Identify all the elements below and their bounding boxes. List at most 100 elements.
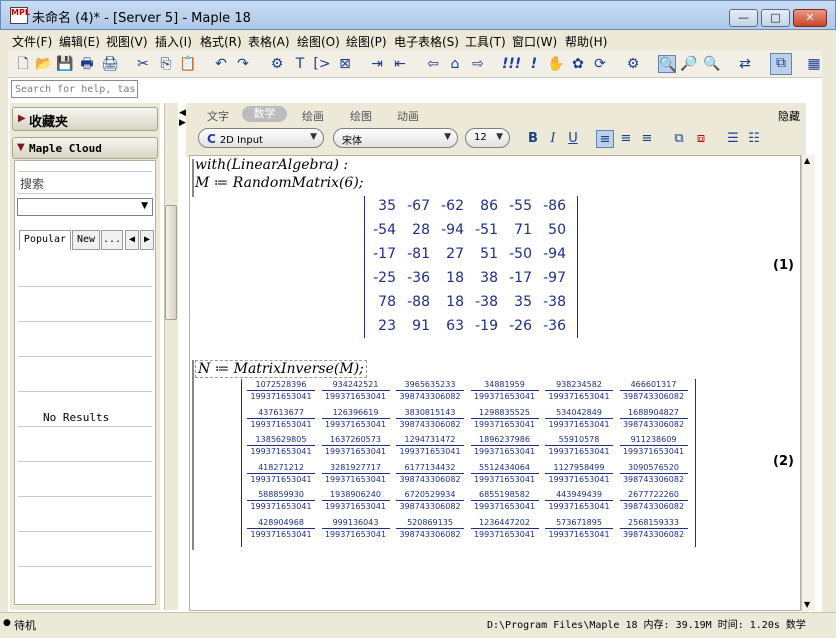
matrix-m-cell: -55 xyxy=(509,198,532,214)
maple-app-icon[interactable]: MPL xyxy=(10,7,30,24)
zoom-out-icon[interactable]: 🔍 xyxy=(703,55,721,73)
font-size-select[interactable]: 12 ▼ xyxy=(465,128,510,148)
expand-palette-arrow-icon[interactable]: ▶ xyxy=(179,118,186,128)
help-search-input[interactable]: Search for help, tas xyxy=(11,80,138,98)
execute-all-icon[interactable]: !!! xyxy=(502,55,521,73)
menu-edit[interactable]: 编辑(E) xyxy=(59,33,100,50)
matrix-n-fraction: 6720529934 398743306082 xyxy=(394,490,466,511)
mode-plot[interactable]: 绘图 xyxy=(350,108,372,124)
indent-icon[interactable]: ⇥ xyxy=(368,55,386,73)
tab-scroll-left-icon[interactable]: ◀ xyxy=(125,230,139,250)
execution-group-bracket[interactable] xyxy=(192,360,194,550)
align-right-icon[interactable]: ≡ xyxy=(638,130,656,148)
insert-math-icon[interactable]: ⚙ xyxy=(268,55,286,73)
tab-new[interactable]: New xyxy=(72,230,100,250)
menu-plot[interactable]: 绘图(P) xyxy=(346,33,387,50)
matrix-n-output[interactable]: 1072528396 199371653041 934242521 199371653… xyxy=(245,380,692,546)
zoom-in-icon[interactable]: 🔎 xyxy=(680,55,698,73)
redo-icon[interactable]: ↷ xyxy=(234,55,252,73)
code-line-with[interactable]: with(LinearAlgebra) : xyxy=(195,157,348,173)
zoom-100-icon[interactable]: 🔍 xyxy=(658,55,676,73)
execute-icon[interactable]: ! xyxy=(525,55,543,73)
undo-icon[interactable]: ↶ xyxy=(212,55,230,73)
new-document-icon[interactable]: 🗋 xyxy=(14,55,32,73)
tab-more[interactable]: ... xyxy=(101,230,123,250)
print-icon[interactable]: 🖶 xyxy=(78,55,96,73)
input-mode-select[interactable]: C 2D Input ▼ xyxy=(198,128,324,148)
palette-scroll-thumb[interactable] xyxy=(165,205,177,320)
divider xyxy=(18,391,152,392)
forward-icon[interactable]: ⇨ xyxy=(469,55,487,73)
maple-cloud-palette-header[interactable]: ▼ Maple Cloud xyxy=(12,137,158,159)
cut-icon[interactable]: ✂ xyxy=(134,55,152,73)
settings-icon[interactable]: ⚙ xyxy=(624,55,642,73)
back-icon[interactable]: ⇦ xyxy=(424,55,442,73)
copy-icon[interactable]: ⎘ xyxy=(157,55,175,73)
mode-animation[interactable]: 动画 xyxy=(397,108,419,124)
italic-button[interactable]: I xyxy=(544,130,562,148)
fraction-bar xyxy=(247,390,315,391)
stop-icon[interactable]: ✋ xyxy=(547,55,565,73)
insert-text-icon[interactable]: T xyxy=(291,55,309,73)
matrix-n-fraction: 34881959 199371653041 xyxy=(469,380,541,401)
fraction-denominator: 199371653041 xyxy=(250,502,312,511)
bullet-list-icon[interactable]: ☰ xyxy=(724,130,742,148)
help-toggle-icon[interactable]: ▦ xyxy=(805,55,823,73)
tab-scroll-right-icon[interactable]: ▶ xyxy=(140,230,154,250)
paste-icon[interactable]: 📋 xyxy=(179,55,197,73)
outdent-icon[interactable]: ⇤ xyxy=(391,55,409,73)
menu-table[interactable]: 表格(A) xyxy=(248,33,290,50)
mode-math[interactable]: 数学 xyxy=(242,106,287,122)
menu-view[interactable]: 视图(V) xyxy=(106,33,148,50)
bold-button[interactable]: B xyxy=(524,130,542,148)
align-left-icon[interactable]: ≡ xyxy=(596,130,614,148)
matrix-n-fraction: 1298835525 199371653041 xyxy=(469,408,541,429)
divider xyxy=(18,193,152,194)
favorites-palette-header[interactable]: ▶ 收藏夹 xyxy=(12,107,158,131)
matrix-m-output[interactable]: 35 -67 -62 86 -55 -86 -54 28 -94 -51 71 50 -17 -81 27 5… xyxy=(368,198,574,336)
matrix-m-cell: 35 xyxy=(514,294,532,310)
hide-toolbar-button[interactable]: 隐藏 xyxy=(778,108,800,124)
palette-scrollbar[interactable] xyxy=(164,103,178,610)
home-icon[interactable]: ⌂ xyxy=(446,55,464,73)
cloud-group-dropdown[interactable]: ▼ xyxy=(17,198,153,216)
insert-prompt-icon[interactable]: [> xyxy=(313,55,331,73)
close-button[interactable]: ✕ xyxy=(793,9,827,27)
code-line-randommatrix[interactable]: M ≔ RandomMatrix(6); xyxy=(195,175,364,191)
minimize-button[interactable]: — xyxy=(729,9,758,27)
tab-popular[interactable]: Popular xyxy=(19,230,71,250)
underline-button[interactable]: U xyxy=(564,130,582,148)
menu-insert[interactable]: 插入(I) xyxy=(155,33,192,50)
print-preview-icon[interactable]: 🖨 xyxy=(101,55,119,73)
execution-group-bracket[interactable] xyxy=(192,159,194,197)
menu-file[interactable]: 文件(F) xyxy=(12,33,52,50)
code-line-matrixinverse[interactable]: N ≔ MatrixInverse(M); xyxy=(195,360,367,378)
align-center-icon[interactable]: ≡ xyxy=(617,130,635,148)
restart-icon[interactable]: ⟳ xyxy=(591,55,609,73)
save-icon[interactable]: 💾 xyxy=(56,55,74,73)
open-icon[interactable]: 📂 xyxy=(35,55,53,73)
help-icon[interactable]: ⧉ xyxy=(770,53,792,75)
document-scrollbar[interactable]: ▲ ▼ xyxy=(801,155,815,611)
menu-drawing[interactable]: 绘图(O) xyxy=(297,33,340,50)
matrix-m-cell: -36 xyxy=(543,318,566,334)
maximize-button[interactable]: □ xyxy=(761,9,790,27)
matrix-n-fraction: 1938906240 199371653041 xyxy=(320,490,392,511)
execution-group-icon[interactable]: ⊠ xyxy=(336,55,354,73)
menu-help[interactable]: 帮助(H) xyxy=(565,33,607,50)
toggle-icon[interactable]: ⇄ xyxy=(736,55,754,73)
menu-spreadsheet[interactable]: 电子表格(S) xyxy=(394,33,459,50)
menu-tools[interactable]: 工具(T) xyxy=(465,33,506,50)
numbered-list-icon[interactable]: ☷ xyxy=(745,130,763,148)
menu-window[interactable]: 窗口(W) xyxy=(512,33,557,50)
debug-icon[interactable]: ✿ xyxy=(569,55,587,73)
text-color-icon[interactable]: ⧉ xyxy=(670,130,688,148)
scroll-down-arrow-icon[interactable]: ▼ xyxy=(804,600,810,609)
highlight-color-icon[interactable]: ⧈ xyxy=(692,130,710,148)
collapse-palette-arrow-icon[interactable]: ◀ xyxy=(179,108,186,118)
scroll-up-arrow-icon[interactable]: ▲ xyxy=(804,156,810,165)
mode-drawing[interactable]: 绘画 xyxy=(302,108,324,124)
mode-text[interactable]: 文字 xyxy=(207,108,229,124)
menu-format[interactable]: 格式(R) xyxy=(200,33,242,50)
font-family-select[interactable]: 宋体 ▼ xyxy=(333,128,458,148)
